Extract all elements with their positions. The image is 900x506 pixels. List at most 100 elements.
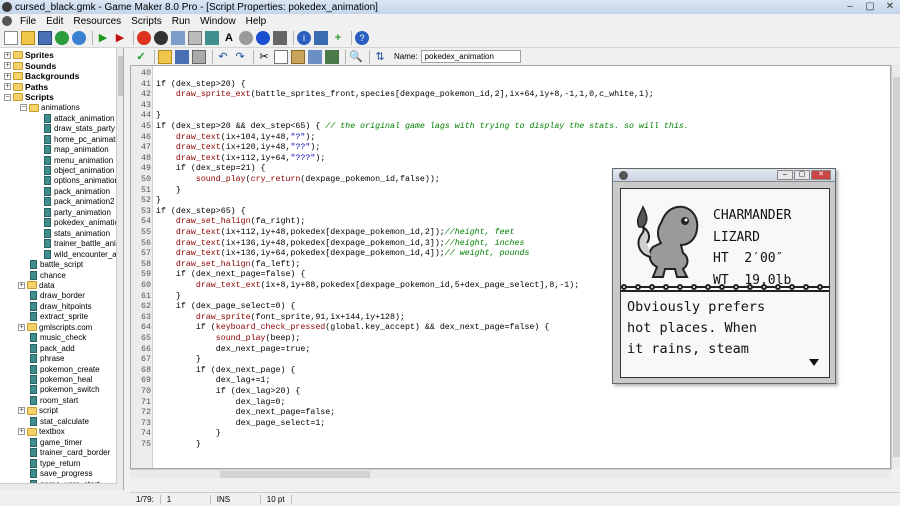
tree-script-item[interactable]: party_animation (44, 207, 111, 218)
script-icon[interactable] (205, 30, 219, 45)
script-name-input[interactable] (420, 50, 521, 63)
tree-script-item[interactable]: game_timer (30, 437, 82, 448)
game-maximize-button[interactable]: ▢ (794, 170, 810, 180)
menu-file[interactable]: File (15, 16, 41, 27)
tree-script-item[interactable]: pokemon_create (30, 364, 100, 375)
tree-horizontal-scrollbar[interactable] (0, 483, 117, 490)
timeline-icon[interactable] (239, 30, 253, 45)
find-icon[interactable] (308, 49, 322, 64)
ok-check-icon[interactable]: ✓ (134, 50, 148, 64)
tree-item-sounds[interactable]: + Sounds (4, 61, 56, 72)
tree-script-item[interactable]: save_progress (30, 468, 92, 479)
tree-folder-item[interactable]: + gmlscripts.com (18, 322, 92, 333)
tree-item-paths[interactable]: + Paths (4, 82, 48, 93)
editor-vertical-scrollbar[interactable] (891, 65, 900, 469)
tree-folder-item[interactable]: + textbox (18, 427, 65, 438)
help-icon[interactable]: ? (355, 30, 369, 45)
undo-icon[interactable]: ↶ (216, 50, 230, 64)
tree-script-item[interactable]: chance (30, 270, 66, 281)
font-icon[interactable]: A (222, 31, 236, 45)
maximize-button[interactable]: ▢ (860, 0, 880, 14)
tree-script-item[interactable]: pack_animation2 (44, 197, 114, 208)
room-icon[interactable] (273, 30, 287, 45)
code-line[interactable]: 70 if (dex_lag>20) { (131, 387, 890, 398)
sprite-icon[interactable] (137, 30, 151, 45)
game-info-icon[interactable]: i (297, 30, 311, 45)
object-icon[interactable] (256, 30, 270, 45)
tree-script-item[interactable]: trainer_card_border (30, 447, 110, 458)
menu-scripts[interactable]: Scripts (126, 16, 167, 27)
tree-item-sprites[interactable]: + Sprites (4, 50, 54, 61)
tree-script-item[interactable]: type_return (30, 458, 80, 469)
tree-script-item[interactable]: pokedex_animatior (44, 218, 122, 229)
paste-icon[interactable] (291, 49, 305, 64)
tree-script-item[interactable]: trainer_battle_anim (44, 238, 122, 249)
tree-script-item[interactable]: battle_script (30, 259, 83, 270)
tree-script-item[interactable]: map_animation (44, 144, 109, 155)
save-icon[interactable] (175, 49, 189, 64)
game-window-titlebar[interactable]: – ▢ ✕ (613, 169, 835, 182)
debug-run-icon[interactable]: ▶ (113, 31, 127, 45)
tree-script-item[interactable]: draw_stats_party (44, 123, 115, 134)
copy-icon[interactable] (274, 49, 288, 64)
tree-script-item[interactable]: extract_sprite (30, 312, 88, 323)
tree-script-item[interactable]: pack_add (30, 343, 75, 354)
code-line[interactable]: 40 (131, 69, 890, 80)
print-icon[interactable] (192, 49, 206, 64)
sound-icon[interactable] (154, 30, 168, 45)
tree-script-item[interactable]: phrase (30, 353, 64, 364)
globe-icon[interactable] (72, 30, 86, 45)
load-icon[interactable] (158, 49, 172, 64)
replace-icon[interactable] (325, 49, 339, 64)
tree-vertical-scrollbar[interactable] (116, 48, 123, 490)
path-icon[interactable] (188, 30, 202, 45)
tree-item-backgrounds[interactable]: + Backgrounds (4, 71, 79, 82)
tree-script-item[interactable]: room_start (30, 395, 78, 406)
code-line[interactable]: 41 if (dex_step>20) { (131, 80, 890, 91)
code-line[interactable]: 46 draw_text(ix+104,iy+48,"?"); (131, 133, 890, 144)
code-line[interactable]: 47 draw_text(ix+120,iy+48,"??"); (131, 143, 890, 154)
tree-script-item[interactable]: options_animation (44, 176, 119, 187)
game-minimize-button[interactable]: – (777, 170, 793, 180)
extension-icon[interactable]: + (331, 31, 345, 45)
menu-run[interactable]: Run (167, 16, 195, 27)
tree-script-item[interactable]: attack_animation (44, 113, 114, 124)
tree-item-scripts[interactable]: − Scripts (4, 92, 54, 103)
tree-script-item[interactable]: music_check (30, 332, 86, 343)
code-line[interactable]: 45 if (dex_step>20 && dex_step<65) { // t… (131, 122, 890, 133)
code-line[interactable]: 48 draw_text(ix+112,iy+64,"???"); (131, 154, 890, 165)
cut-icon[interactable]: ✂ (257, 50, 271, 64)
publish-icon[interactable] (55, 30, 69, 45)
menu-resources[interactable]: Resources (68, 16, 126, 27)
tree-script-item[interactable]: draw_border (30, 291, 85, 302)
tree-script-item[interactable]: object_animation (44, 165, 114, 176)
tree-script-item[interactable]: pokemon_heal (30, 374, 92, 385)
menu-edit[interactable]: Edit (41, 16, 68, 27)
tree-folder-item[interactable]: + script (18, 406, 58, 417)
close-button[interactable]: ✕ (880, 0, 900, 14)
tree-script-item[interactable]: pack_animation (44, 186, 110, 197)
game-window[interactable]: – ▢ ✕ CHARMANDER LIZARD HT 2′00″ WT 19.0… (612, 168, 836, 384)
tree-script-item[interactable]: menu_animation (44, 155, 113, 166)
code-line[interactable]: 72 dex_next_page=false; (131, 408, 890, 419)
code-line[interactable]: 42 draw_sprite_ext(battle_sprites_front,… (131, 90, 890, 101)
tree-script-item[interactable]: pokemon_switch (30, 385, 100, 396)
code-line[interactable]: 74 } (131, 429, 890, 440)
tree-folder-item[interactable]: + data (18, 280, 55, 291)
new-icon[interactable] (4, 30, 18, 45)
game-close-button[interactable]: ✕ (811, 170, 831, 180)
code-line[interactable]: 73 dex_page_select=1; (131, 419, 890, 430)
tree-script-item[interactable]: draw_hitpoints (30, 301, 92, 312)
save-icon[interactable] (38, 30, 52, 45)
run-icon[interactable]: ▶ (96, 31, 110, 45)
menu-window[interactable]: Window (195, 16, 241, 27)
open-icon[interactable] (21, 30, 35, 45)
tree-script-item[interactable]: stats_animation (44, 228, 110, 239)
search-icon[interactable]: 🔍 (349, 50, 363, 64)
code-line[interactable]: 43 (131, 101, 890, 112)
code-line[interactable]: 44} (131, 111, 890, 122)
tree-script-item[interactable]: wild_encounter_ani (44, 249, 123, 260)
menu-help[interactable]: Help (241, 16, 272, 27)
settings-icon[interactable] (314, 30, 328, 45)
code-line[interactable]: 75 } (131, 440, 890, 451)
